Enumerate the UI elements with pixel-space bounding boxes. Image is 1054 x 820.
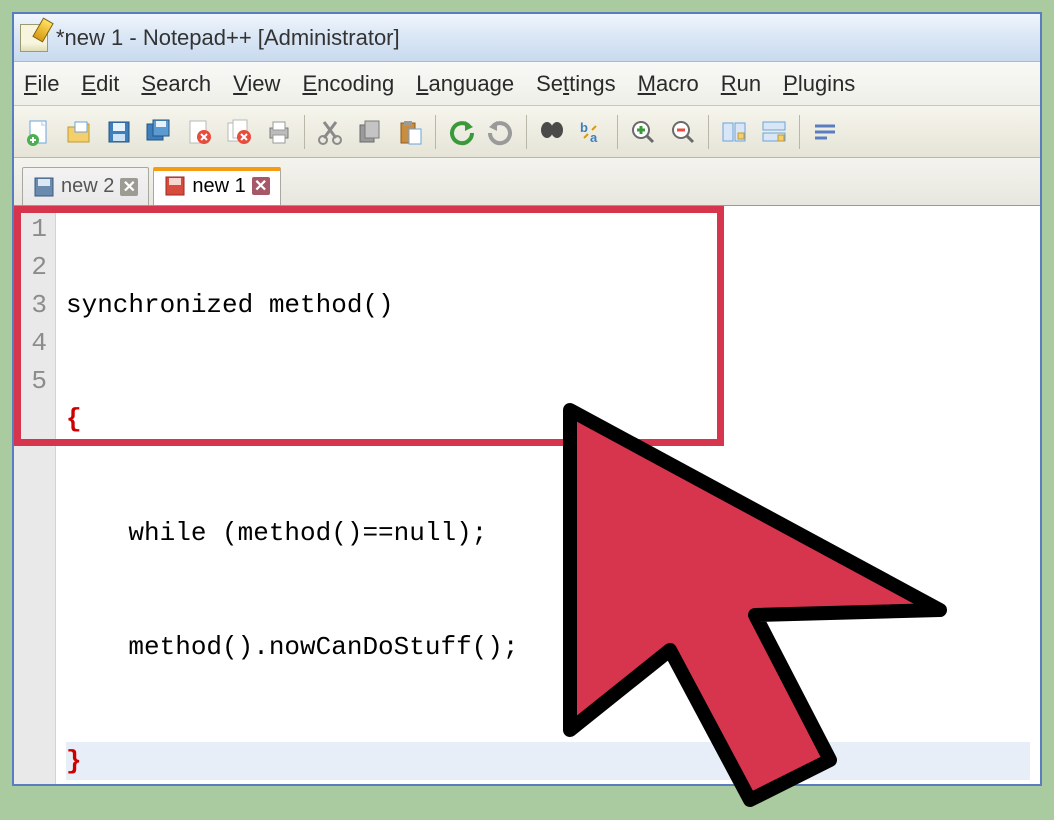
- line-number: 1: [24, 210, 47, 248]
- find-replace-button[interactable]: ba: [573, 113, 611, 151]
- code-line: synchronized method(): [66, 286, 1030, 324]
- new-file-button[interactable]: [20, 113, 58, 151]
- menu-bar: File Edit Search View Encoding Language …: [14, 62, 1040, 106]
- zoom-in-button[interactable]: [624, 113, 662, 151]
- app-icon: [20, 24, 48, 52]
- menu-macro[interactable]: Macro: [638, 71, 699, 97]
- menu-plugins[interactable]: Plugins: [783, 71, 855, 97]
- menu-run[interactable]: Run: [721, 71, 761, 97]
- cut-button[interactable]: [311, 113, 349, 151]
- code-line: }: [66, 742, 1030, 780]
- toolbar-separator: [304, 115, 305, 149]
- menu-file[interactable]: File: [24, 71, 59, 97]
- wordwrap-button[interactable]: [806, 113, 844, 151]
- floppy-icon: [33, 176, 55, 198]
- tab-bar: new 2 ✕ new 1 ✕: [14, 158, 1040, 206]
- line-number: 5: [24, 362, 47, 400]
- undo-button[interactable]: [442, 113, 480, 151]
- tab-label: new 2: [61, 175, 114, 198]
- brace-close: }: [66, 746, 82, 776]
- menu-search[interactable]: Search: [141, 71, 211, 97]
- save-button[interactable]: [100, 113, 138, 151]
- close-all-button[interactable]: [220, 113, 258, 151]
- editor-area[interactable]: 1 2 3 4 5 synchronized method() { while …: [14, 206, 1040, 784]
- code-line: {: [66, 400, 1030, 438]
- code-line: method().nowCanDoStuff();: [66, 628, 1030, 666]
- toolbar: ba: [14, 106, 1040, 158]
- menu-language[interactable]: Language: [416, 71, 514, 97]
- line-number: 4: [24, 324, 47, 362]
- paste-button[interactable]: [391, 113, 429, 151]
- window-title: *new 1 - Notepad++ [Administrator]: [56, 25, 400, 51]
- svg-text:b: b: [580, 120, 588, 135]
- toolbar-separator: [708, 115, 709, 149]
- title-bar[interactable]: *new 1 - Notepad++ [Administrator]: [14, 14, 1040, 62]
- copy-button[interactable]: [351, 113, 389, 151]
- app-window: *new 1 - Notepad++ [Administrator] File …: [12, 12, 1042, 786]
- print-button[interactable]: [260, 113, 298, 151]
- toolbar-separator: [799, 115, 800, 149]
- tab-close-icon[interactable]: ✕: [252, 177, 270, 195]
- floppy-dirty-icon: [164, 175, 186, 197]
- toolbar-separator: [526, 115, 527, 149]
- toolbar-separator: [617, 115, 618, 149]
- menu-view[interactable]: View: [233, 71, 280, 97]
- svg-text:a: a: [590, 130, 598, 145]
- tab-close-icon[interactable]: ✕: [120, 178, 138, 196]
- tab-label: new 1: [192, 175, 245, 198]
- redo-button[interactable]: [482, 113, 520, 151]
- open-file-button[interactable]: [60, 113, 98, 151]
- tab-new1[interactable]: new 1 ✕: [153, 167, 280, 205]
- close-button[interactable]: [180, 113, 218, 151]
- zoom-out-button[interactable]: [664, 113, 702, 151]
- save-all-button[interactable]: [140, 113, 178, 151]
- code-content[interactable]: synchronized method() { while (method()=…: [56, 206, 1040, 784]
- sync-vscroll-button[interactable]: [715, 113, 753, 151]
- toolbar-separator: [435, 115, 436, 149]
- menu-edit[interactable]: Edit: [81, 71, 119, 97]
- sync-hscroll-button[interactable]: [755, 113, 793, 151]
- line-number-gutter: 1 2 3 4 5: [14, 206, 56, 784]
- code-line: while (method()==null);: [66, 514, 1030, 552]
- menu-settings[interactable]: Settings: [536, 71, 616, 97]
- line-number: 2: [24, 248, 47, 286]
- brace-open: {: [66, 404, 82, 434]
- menu-encoding[interactable]: Encoding: [302, 71, 394, 97]
- line-number: 3: [24, 286, 47, 324]
- tab-new2[interactable]: new 2 ✕: [22, 167, 149, 205]
- find-button[interactable]: [533, 113, 571, 151]
